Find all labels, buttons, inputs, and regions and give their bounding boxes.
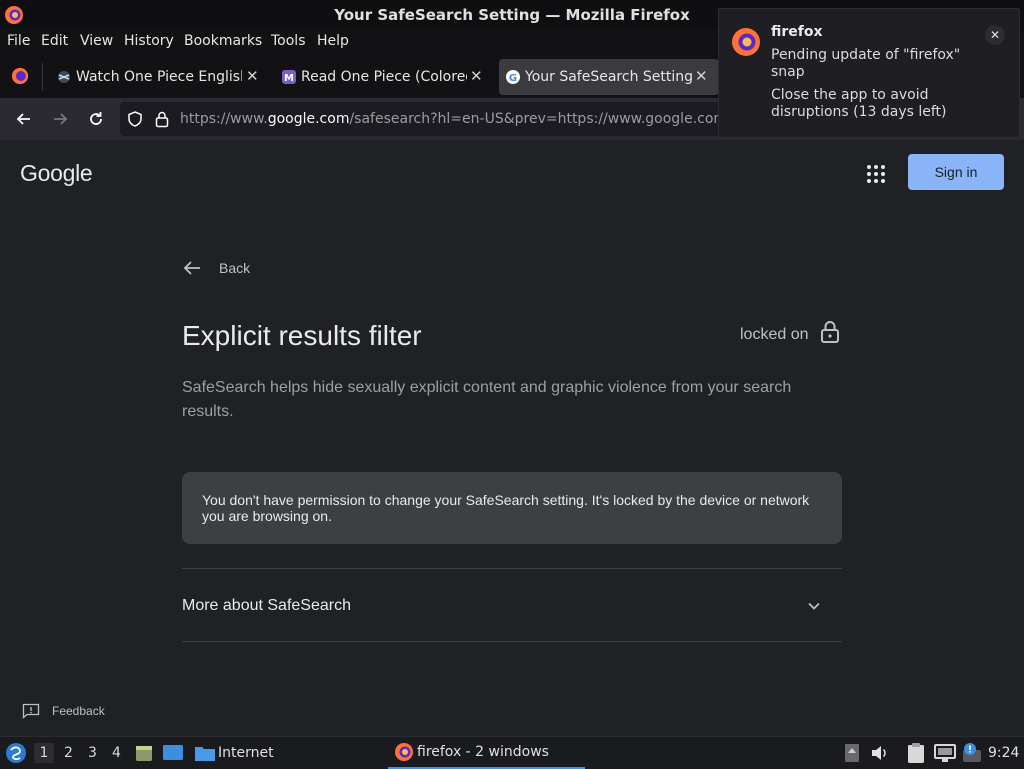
padlock-icon[interactable]	[154, 110, 170, 128]
manga-favicon-icon: M	[282, 70, 296, 84]
reload-icon[interactable]	[86, 109, 106, 129]
menu-file[interactable]: File	[7, 33, 30, 49]
taskbar: 1 2 3 4 Internet firefox - 2 windows 9:2…	[0, 736, 1024, 769]
permission-notice: You don't have permission to change your…	[182, 472, 842, 544]
web-page: Google Sign in Back Explicit results fil…	[0, 140, 1024, 736]
firefox-view-icon[interactable]	[11, 67, 29, 85]
shield-icon[interactable]	[126, 110, 144, 128]
volume-icon[interactable]	[870, 744, 890, 762]
svg-text:G: G	[509, 73, 517, 84]
google-logo[interactable]: Google	[20, 160, 93, 187]
back-link[interactable]: Back	[182, 258, 262, 280]
tab-watch-one-piece[interactable]: Watch One Piece English ✕	[50, 59, 264, 95]
more-about-safesearch-expander[interactable]: More about SafeSearch	[182, 597, 351, 615]
firefox-icon	[732, 28, 760, 56]
back-arrow-icon	[183, 261, 200, 275]
menu-help[interactable]: Help	[317, 33, 349, 49]
feedback-link[interactable]: Feedback	[22, 703, 112, 721]
apps-grid-icon[interactable]	[866, 164, 886, 184]
url-domain: google.com	[267, 111, 350, 127]
menu-tools[interactable]: Tools	[271, 33, 306, 49]
taskbar-task-firefox[interactable]: firefox - 2 windows	[388, 737, 585, 769]
tab-close-icon[interactable]: ✕	[470, 67, 483, 85]
folder-icon[interactable]	[194, 743, 216, 763]
desktop-icon[interactable]	[162, 744, 184, 762]
menu-edit[interactable]: Edit	[41, 33, 68, 49]
workspace-2[interactable]: 2	[64, 745, 73, 761]
status-text: locked on	[740, 326, 809, 343]
workspace-4[interactable]: 4	[112, 745, 121, 761]
menu-history[interactable]: History	[124, 33, 174, 49]
notification-body: Pending update of "firefox" snap Close t…	[771, 47, 991, 121]
close-icon[interactable]: ✕	[985, 25, 1005, 45]
tab-safesearch[interactable]: G Your SafeSearch Setting ✕	[499, 59, 719, 95]
notification-line: Pending update of "firefox" snap	[771, 47, 961, 80]
url-path: /safesearch?hl=en-US&prev=https://www.go…	[349, 111, 728, 127]
start-menu-icon[interactable]	[5, 742, 27, 764]
tab-read-one-piece[interactable]: M Read One Piece (Colored ✕	[275, 59, 489, 95]
feedback-label: Feedback	[52, 704, 105, 718]
ninja-favicon-icon	[58, 71, 70, 83]
clock[interactable]: 9:24	[988, 745, 1019, 761]
launcher-label[interactable]: Internet	[218, 745, 274, 761]
tab-close-icon[interactable]: ✕	[695, 67, 708, 85]
tab-label: Read One Piece (Colored	[301, 69, 467, 85]
tab-label: Your SafeSearch Setting	[525, 69, 693, 85]
lock-icon	[821, 321, 839, 343]
file-manager-icon[interactable]	[134, 743, 154, 763]
url-bar[interactable]: https://www.google.com/safesearch?hl=en-…	[120, 102, 727, 136]
description-text: SafeSearch helps hide sexually explicit …	[182, 379, 792, 420]
notification-line: Close the app to avoid disruptions (13 d…	[771, 87, 947, 120]
feedback-icon	[22, 703, 40, 719]
back-label: Back	[219, 260, 251, 276]
task-label: firefox - 2 windows	[417, 744, 549, 760]
google-favicon-icon: G	[506, 70, 520, 84]
url-text[interactable]: https://www.google.com/safesearch?hl=en-…	[180, 111, 727, 127]
notification-bell-icon[interactable]	[962, 742, 982, 764]
updates-icon[interactable]	[844, 743, 860, 763]
url-prefix: https://www.	[180, 111, 268, 127]
divider	[182, 568, 842, 569]
svg-text:M: M	[284, 73, 294, 84]
back-arrow-icon[interactable]	[14, 109, 34, 129]
divider	[182, 641, 842, 642]
sign-in-button[interactable]: Sign in	[908, 154, 1004, 190]
tab-divider	[42, 63, 43, 91]
tab-label: Watch One Piece English	[76, 69, 242, 85]
clipboard-icon[interactable]	[906, 742, 926, 764]
notification-app-name: firefox	[771, 24, 823, 40]
firefox-icon	[395, 743, 413, 761]
workspace-1[interactable]: 1	[34, 743, 54, 763]
menu-view[interactable]: View	[80, 33, 113, 49]
tab-close-icon[interactable]: ✕	[246, 67, 259, 85]
chevron-down-icon[interactable]	[806, 598, 822, 614]
workspace-3[interactable]: 3	[88, 745, 97, 761]
network-icon[interactable]	[934, 743, 956, 763]
menu-bookmarks[interactable]: Bookmarks	[184, 33, 262, 49]
forward-arrow-icon[interactable]	[50, 109, 70, 129]
notice-text: You don't have permission to change your…	[202, 492, 810, 524]
update-notification[interactable]: firefox Pending update of "firefox" snap…	[718, 8, 1020, 138]
page-title: Explicit results filter	[182, 320, 422, 351]
